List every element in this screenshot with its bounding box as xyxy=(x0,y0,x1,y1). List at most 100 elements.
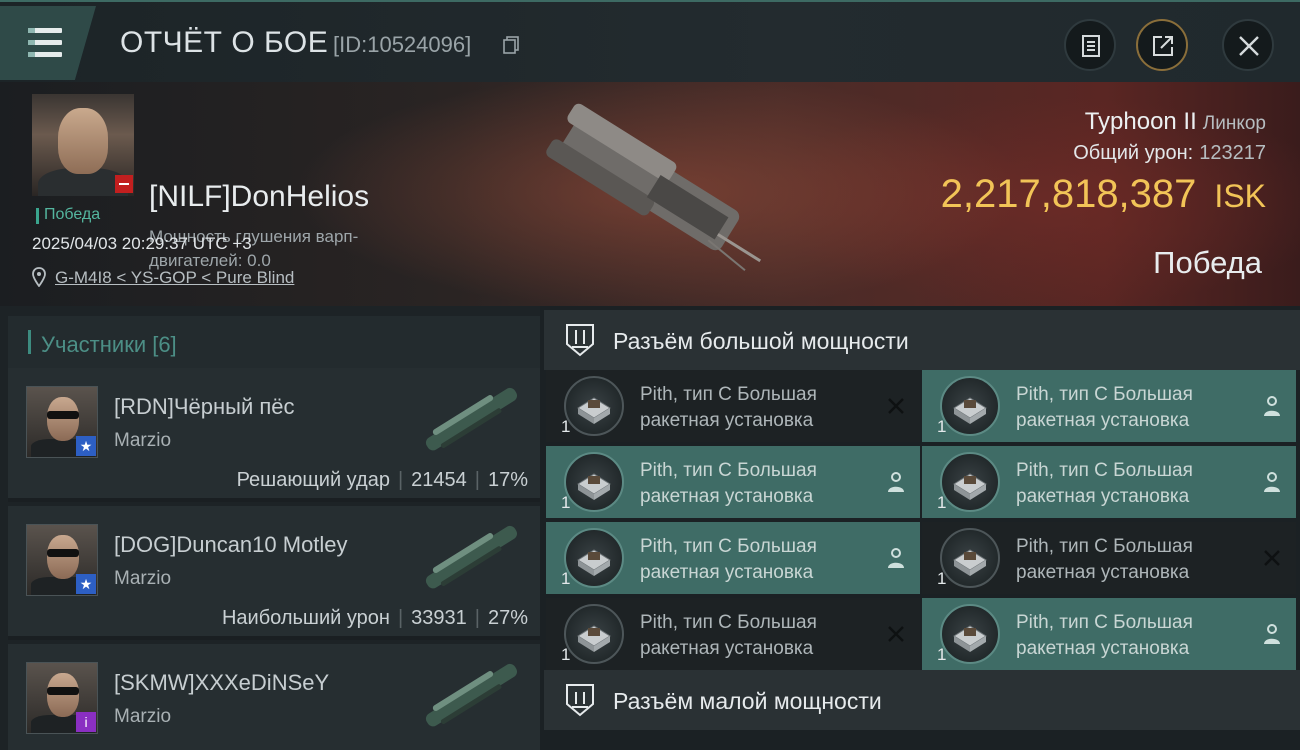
module-name-line1: Pith, тип C Большая xyxy=(1016,612,1193,633)
isk-amount: 2,217,818,387 xyxy=(940,172,1197,216)
participant-stat-label: Решающий удар xyxy=(236,469,390,491)
module-item[interactable]: 1 Pith, тип C Большая ракетная установка xyxy=(546,446,920,518)
participant-corp: Marzio xyxy=(114,568,172,589)
module-item[interactable]: 1 Pith, тип C Большая ракетная установка xyxy=(922,446,1296,518)
module-name-line2: ракетная установка xyxy=(640,486,814,507)
close-icon xyxy=(1239,36,1259,56)
dropped-person-icon xyxy=(1264,472,1280,492)
module-name-line1: Pith, тип C Большая xyxy=(640,536,817,557)
rank-badge-glyph: ★ xyxy=(79,438,93,454)
destroyed-x-icon xyxy=(888,626,904,642)
module-item[interactable]: 1 Pith, тип C Большая ракетная установка xyxy=(546,598,920,670)
module-name: Pith, тип C Большая ракетная установка xyxy=(640,534,880,586)
dropped-person-icon xyxy=(888,472,904,492)
isk-value: 2,217,818,387 ISK xyxy=(941,172,1266,217)
participant-percent: 27% xyxy=(487,607,528,629)
high-slots-title: Разъём большой мощности xyxy=(613,328,909,354)
module-name: Pith, тип C Большая ракетная установка xyxy=(640,458,880,510)
module-name-line1: Pith, тип C Большая xyxy=(1016,460,1193,481)
location-link[interactable]: G-M4I8 < YS-GOP < Pure Blind xyxy=(55,268,294,288)
avatar-glasses xyxy=(47,549,79,557)
ship-name: Typhoon II xyxy=(1084,108,1197,135)
module-name-line2: ракетная установка xyxy=(1016,638,1190,659)
high-slots-header: Разъём большой мощности xyxy=(544,310,1300,370)
share-button[interactable] xyxy=(1136,19,1188,71)
launcher-module-icon xyxy=(564,376,624,436)
module-name-line1: Pith, тип C Большая xyxy=(640,612,817,633)
avatar-glasses xyxy=(47,411,79,419)
battle-result: Победа xyxy=(1153,245,1262,280)
launcher-module-icon xyxy=(564,604,624,664)
dropped-person-icon xyxy=(1264,624,1280,644)
participant-damage: 21454 xyxy=(411,469,467,491)
participant-row[interactable]: i [SKMW]XXXeDiNSeY Marzio xyxy=(8,644,540,750)
close-button[interactable] xyxy=(1222,19,1274,71)
participant-ship-icon xyxy=(425,387,518,451)
participant-name: [SKMW]XXXeDiNSeY xyxy=(114,670,330,695)
module-item[interactable]: 1 Pith, тип C Большая ракетная установка xyxy=(546,522,920,594)
participant-percent: 17% xyxy=(487,469,528,491)
low-slots-title: Разъём малой мощности xyxy=(613,688,882,714)
victim-name[interactable]: [NILF]DonHelios xyxy=(149,180,369,214)
module-item[interactable]: 1 Pith, тип C Большая ракетная установка xyxy=(922,598,1296,670)
participants-title: Участники [6] xyxy=(41,332,177,357)
report-button[interactable] xyxy=(1064,19,1116,71)
launcher-graphic xyxy=(953,473,987,500)
ship-render xyxy=(546,103,762,271)
participant-corp: Marzio xyxy=(114,430,172,451)
ship-info[interactable]: Typhoon II Линкор xyxy=(1085,108,1266,136)
copy-icon[interactable] xyxy=(503,36,519,54)
launcher-graphic xyxy=(953,397,987,424)
fitting-panel: Разъём большой мощности 1 Pith, тип C Бол… xyxy=(540,306,1300,750)
module-name-line2: ракетная установка xyxy=(1016,410,1190,431)
module-item[interactable]: 1 Pith, тип C Большая ракетная установка xyxy=(922,370,1296,442)
launcher-graphic xyxy=(577,397,611,424)
avatar-face xyxy=(58,108,108,174)
module-quantity: 1 xyxy=(937,645,947,664)
ship-class: Линкор xyxy=(1202,113,1266,134)
top-bar: ОТЧЁТ О БОЕ [ID:10524096] xyxy=(0,0,1300,82)
launcher-module-icon xyxy=(564,528,624,588)
module-name-line1: Pith, тип C Большая xyxy=(640,384,817,405)
share-icon xyxy=(1153,36,1173,56)
module-name-line2: ракетная установка xyxy=(640,410,814,431)
launcher-module-icon xyxy=(564,452,624,512)
avatar-glasses xyxy=(47,687,79,695)
participant-stats: Наибольший урон | 33931 | 27% xyxy=(222,607,528,630)
dropped-person-icon xyxy=(888,548,904,568)
stat-separator: | xyxy=(397,469,404,491)
clipboard-icon xyxy=(1082,35,1100,57)
participant-row[interactable]: ★ [RDN]Чёрный пёс Marzio Решающий удар | 2145… xyxy=(8,368,540,502)
launcher-graphic xyxy=(953,549,987,576)
module-name: Pith, тип C Большая ракетная установка xyxy=(1016,610,1256,662)
avatar-face xyxy=(47,673,79,717)
module-name-line2: ракетная установка xyxy=(640,562,814,583)
module-name-line1: Pith, тип C Большая xyxy=(1016,384,1193,405)
launcher-graphic xyxy=(953,625,987,652)
menu-button[interactable] xyxy=(0,6,96,80)
launcher-graphic xyxy=(577,625,611,652)
participant-name: [RDN]Чёрный пёс xyxy=(114,394,295,419)
launcher-module-icon xyxy=(940,452,1000,512)
location-pin-icon xyxy=(32,267,46,287)
rank-badge-glyph: ★ xyxy=(79,576,93,592)
menu-icon-dot xyxy=(28,40,35,45)
module-item[interactable]: 1 Pith, тип C Большая ракетная установка xyxy=(546,370,920,442)
report-id: [ID:10524096] xyxy=(333,32,472,57)
isk-unit: ISK xyxy=(1214,178,1266,214)
victim-banner: [NILF]DonHelios Мощность глушения варп-д… xyxy=(0,82,1300,306)
launcher-graphic xyxy=(577,473,611,500)
rank-badge-icon: i xyxy=(76,712,96,732)
status-label: Победа xyxy=(44,206,101,223)
participant-damage: 33931 xyxy=(411,607,467,629)
participant-ship-icon xyxy=(425,525,518,589)
low-slot-icon xyxy=(566,684,594,717)
participants-header-accent xyxy=(28,330,31,354)
module-item[interactable]: 1 Pith, тип C Большая ракетная установка xyxy=(922,522,1296,594)
total-damage: Общий урон: 123217 xyxy=(1073,142,1266,165)
launcher-module-icon xyxy=(940,376,1000,436)
participant-row[interactable]: ★ [DOG]Duncan10 Motley Marzio Наибольший ур… xyxy=(8,506,540,640)
stat-separator: | xyxy=(474,469,480,491)
stat-separator: | xyxy=(397,607,404,629)
page-title: ОТЧЁТ О БОЕ xyxy=(120,26,329,59)
